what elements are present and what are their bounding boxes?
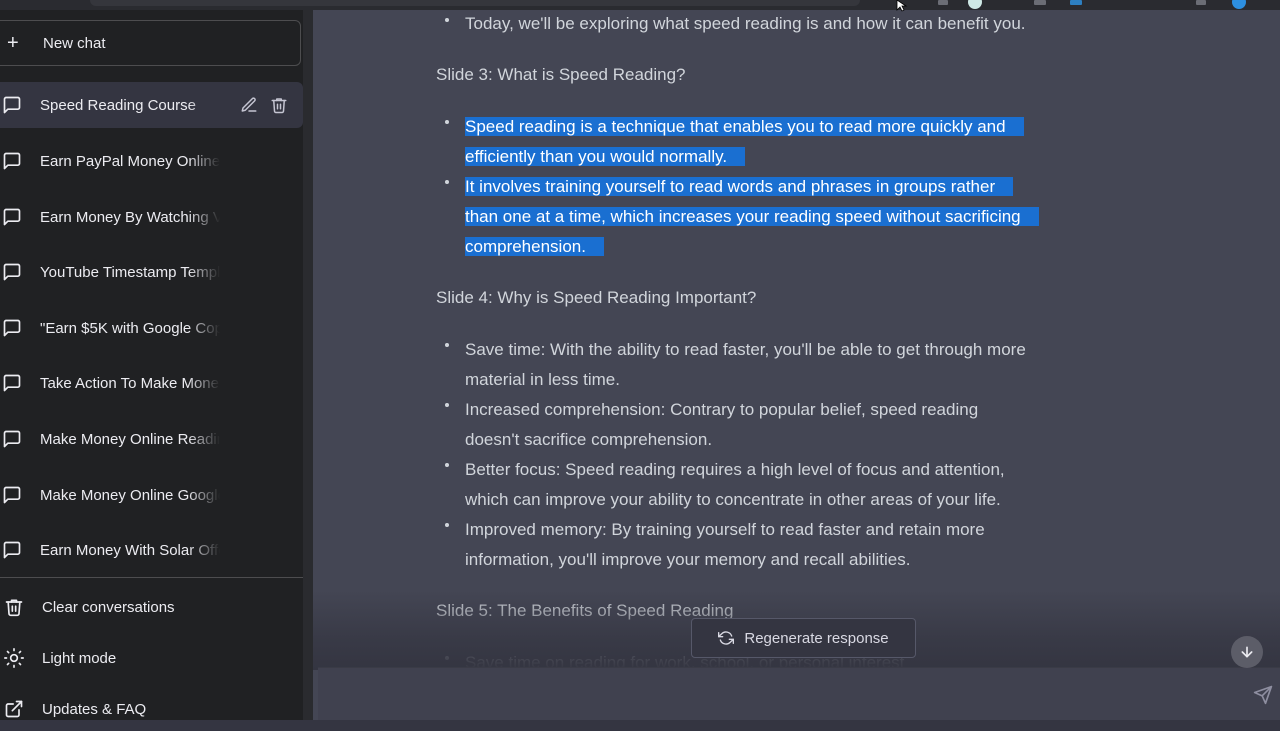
bullet [445, 463, 449, 467]
sidebar: + New chat Speed Reading Course Earn Pay… [0, 10, 313, 720]
slide3-line: comprehension. [465, 232, 604, 262]
chat-item-label: Earn Money With Solar Offer [40, 541, 220, 559]
chat-item-label: Speed Reading Course [40, 96, 196, 114]
trash-icon [5, 599, 23, 617]
slide3-line: Speed reading is a technique that enable… [465, 112, 1024, 142]
sidebar-scrollbar[interactable] [303, 10, 313, 720]
selected-text[interactable]: efficiently than you would normally. [465, 147, 746, 166]
selected-text[interactable]: comprehension. [465, 237, 604, 256]
chat-bubble-icon [3, 486, 21, 504]
chat-item[interactable]: Earn PayPal Money Online [0, 138, 303, 184]
chat-item[interactable]: Make Money Online Google Tr [0, 472, 303, 518]
clear-conversations-label: Clear conversations [42, 598, 175, 616]
clear-conversations-button[interactable]: Clear conversations [0, 585, 303, 629]
slide4-line: Save time: With the ability to read fast… [465, 340, 1026, 359]
chat-item[interactable]: "Earn $5K with Google Copy-P [0, 305, 303, 351]
slide4-line: material in less time. [465, 370, 620, 389]
browser-toolbar [0, 0, 1280, 10]
chat-item[interactable]: Earn Money With Solar Offer [0, 527, 303, 573]
chat-bubble-icon [3, 541, 21, 559]
regenerate-label: Regenerate response [744, 629, 889, 647]
slide4-line: doesn't sacrifice comprehension. [465, 430, 713, 449]
extension-icon[interactable] [1196, 0, 1206, 5]
chat-item-label: "Earn $5K with Google Copy-P [40, 319, 220, 337]
address-bar[interactable] [90, 0, 860, 6]
chat-item-label: Make Money Online Reading [40, 430, 220, 448]
slide3-line: efficiently than you would normally. [465, 142, 746, 172]
extension-icon[interactable] [1070, 0, 1082, 5]
updates-faq-label: Updates & FAQ [42, 700, 147, 718]
chat-item[interactable]: YouTube Timestamp Template [0, 249, 303, 295]
bullet [445, 343, 449, 347]
extension-icon[interactable] [968, 0, 982, 9]
plus-icon: + [7, 32, 19, 54]
send-icon[interactable] [1253, 685, 1273, 705]
chat-bubble-icon [3, 430, 21, 448]
chat-item-label: Take Action To Make Money. [40, 374, 220, 392]
new-chat-button[interactable]: + New chat [0, 20, 301, 66]
sidebar-divider [0, 577, 303, 578]
slide4-line: information, you'll improve your memory … [465, 550, 911, 569]
bullet [445, 120, 449, 124]
edit-pencil-icon[interactable] [240, 96, 258, 114]
conversation-pane: Today, we'll be exploring what speed rea… [313, 10, 1280, 720]
selected-text[interactable]: than one at a time, which increases your… [465, 207, 1039, 226]
chat-bubble-icon [3, 208, 21, 226]
bullet [445, 523, 449, 527]
chat-item[interactable]: Make Money Online Reading [0, 416, 303, 462]
chat-bubble-icon [3, 319, 21, 337]
slide3-heading: Slide 3: What is Speed Reading? [436, 65, 686, 84]
external-link-icon [5, 700, 23, 718]
slide3-line: It involves training yourself to read wo… [465, 172, 1014, 202]
arrow-down-icon [1241, 646, 1253, 658]
chat-item[interactable]: Earn Money By Watching Vide [0, 194, 303, 240]
chat-item-label: YouTube Timestamp Template [40, 263, 220, 281]
selected-text[interactable]: It involves training yourself to read wo… [465, 177, 1014, 196]
mouse-cursor-icon [896, 0, 908, 12]
slide4-line: which can improve your ability to concen… [465, 490, 1001, 509]
light-mode-label: Light mode [42, 649, 117, 667]
refresh-icon [718, 631, 735, 645]
chat-item-label: Make Money Online Google Tr [40, 486, 220, 504]
scroll-to-bottom-button[interactable] [1231, 636, 1263, 668]
light-mode-toggle[interactable]: Light mode [0, 636, 303, 680]
sun-icon [4, 648, 24, 668]
extension-icon[interactable] [1034, 0, 1046, 5]
selected-text[interactable]: Speed reading is a technique that enable… [465, 117, 1024, 136]
chat-bubble-icon [3, 374, 21, 392]
bullet [445, 180, 449, 184]
message-input[interactable] [318, 667, 1280, 720]
chat-bubble-icon [3, 152, 21, 170]
slide4-line: Increased comprehension: Contrary to pop… [465, 400, 979, 419]
new-chat-label: New chat [43, 34, 106, 52]
chat-bubble-icon [3, 96, 21, 114]
extension-icon[interactable] [938, 0, 948, 5]
chat-item-label: Earn Money By Watching Vide [40, 208, 220, 226]
slide4-line: Improved memory: By training yourself to… [465, 520, 985, 539]
chat-item-active[interactable]: Speed Reading Course [0, 82, 303, 128]
updates-faq-link[interactable]: Updates & FAQ [0, 687, 303, 731]
chat-item[interactable]: Take Action To Make Money. [0, 360, 303, 406]
regenerate-response-button[interactable]: Regenerate response [691, 618, 916, 658]
slide4-line: Better focus: Speed reading requires a h… [465, 460, 1005, 479]
delete-trash-icon[interactable] [270, 96, 288, 114]
intro-bullet-text: Today, we'll be exploring what speed rea… [465, 14, 1026, 33]
bullet [445, 18, 449, 22]
chat-bubble-icon [3, 263, 21, 281]
profile-avatar[interactable] [1232, 0, 1246, 9]
bullet [445, 403, 449, 407]
slide3-line: than one at a time, which increases your… [465, 202, 1039, 232]
chat-item-label: Earn PayPal Money Online [40, 152, 220, 170]
slide4-heading: Slide 4: Why is Speed Reading Important? [436, 288, 757, 307]
